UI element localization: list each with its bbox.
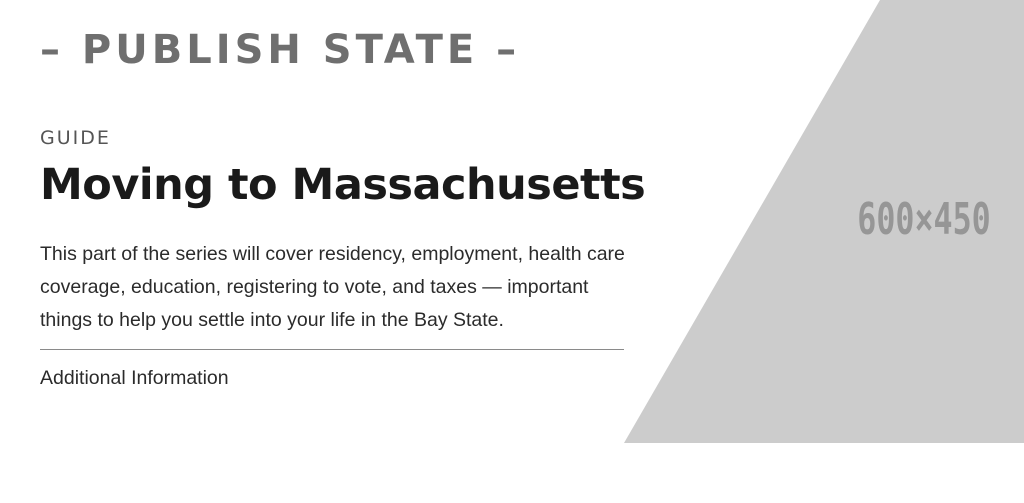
placeholder-dimensions-label: 600×450: [857, 194, 991, 245]
publish-state-heading: – PUBLISH STATE –: [40, 27, 521, 73]
article-description: This part of the series will cover resid…: [40, 243, 625, 331]
content-divider: [40, 349, 624, 350]
article-title: Moving to Massachusetts: [40, 160, 646, 210]
image-placeholder: 600×450: [624, 0, 1024, 443]
article-eyebrow: GUIDE: [40, 127, 111, 149]
article-content: GUIDE Moving to Massachusetts This part …: [40, 126, 646, 392]
additional-information-link[interactable]: Additional Information: [40, 364, 229, 392]
